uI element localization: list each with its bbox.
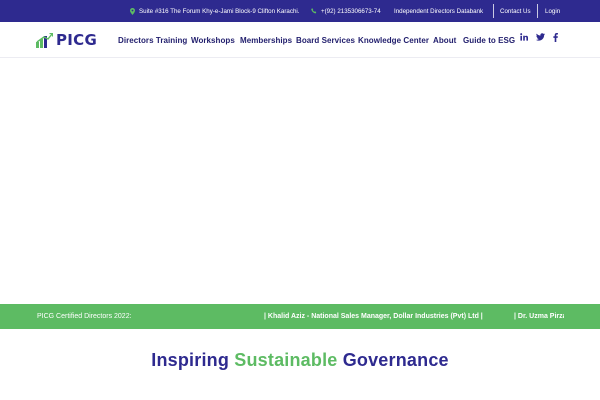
- nav-workshops[interactable]: Workshops: [191, 22, 235, 58]
- logo-text: PICG: [56, 31, 98, 49]
- ticker-item: | Khalid Aziz - National Sales Manager, …: [264, 313, 483, 320]
- main-header: PICG Directors Training Workshops Member…: [0, 22, 600, 58]
- linkedin-icon[interactable]: [519, 32, 529, 42]
- nav-guide-to-esg[interactable]: Guide to ESG: [463, 22, 515, 58]
- address-text: Suite #316 The Forum Khy-e-Jami Block-9 …: [139, 7, 300, 15]
- independent-directors-databank-link[interactable]: Independent Directors Databank: [394, 0, 483, 22]
- ticker-track: | Khalid Aziz - National Sales Manager, …: [264, 304, 564, 329]
- topbar-divider: [537, 4, 538, 18]
- topbar-divider: [493, 4, 494, 18]
- nav-knowledge-center[interactable]: Knowledge Center: [358, 22, 429, 58]
- contact-us-link[interactable]: Contact Us: [500, 0, 531, 22]
- logo-bars-icon: [36, 32, 53, 48]
- hero-banner: [0, 58, 600, 304]
- nav-board-services[interactable]: Board Services: [296, 22, 355, 58]
- nav-memberships[interactable]: Memberships: [240, 22, 292, 58]
- heading-part-governance: Governance: [342, 350, 449, 370]
- address-info: Suite #316 The Forum Khy-e-Jami Block-9 …: [130, 0, 300, 22]
- phone-text: +(92) 2135306673-74: [321, 7, 381, 15]
- map-pin-icon: [130, 7, 135, 15]
- section-heading: Inspiring Sustainable Governance: [0, 350, 600, 371]
- heading-accent-sustainable: Sustainable: [234, 350, 338, 370]
- login-link[interactable]: Login: [545, 0, 560, 22]
- phone-icon: [311, 8, 317, 14]
- heading-part-inspiring: Inspiring: [151, 350, 230, 370]
- top-info-bar: Suite #316 The Forum Khy-e-Jami Block-9 …: [0, 0, 600, 22]
- site-logo[interactable]: PICG: [36, 31, 97, 49]
- nav-directors-training[interactable]: Directors Training: [118, 22, 187, 58]
- facebook-icon[interactable]: [550, 32, 560, 42]
- phone-info[interactable]: +(92) 2135306673-74: [311, 0, 381, 22]
- ticker-label: PICG Certified Directors 2022:: [37, 313, 132, 320]
- nav-about[interactable]: About: [433, 22, 456, 58]
- twitter-icon[interactable]: [535, 32, 545, 42]
- certified-directors-ticker: PICG Certified Directors 2022: | Khalid …: [0, 304, 600, 329]
- ticker-item: | Dr. Uzma Pirzada: [514, 313, 564, 320]
